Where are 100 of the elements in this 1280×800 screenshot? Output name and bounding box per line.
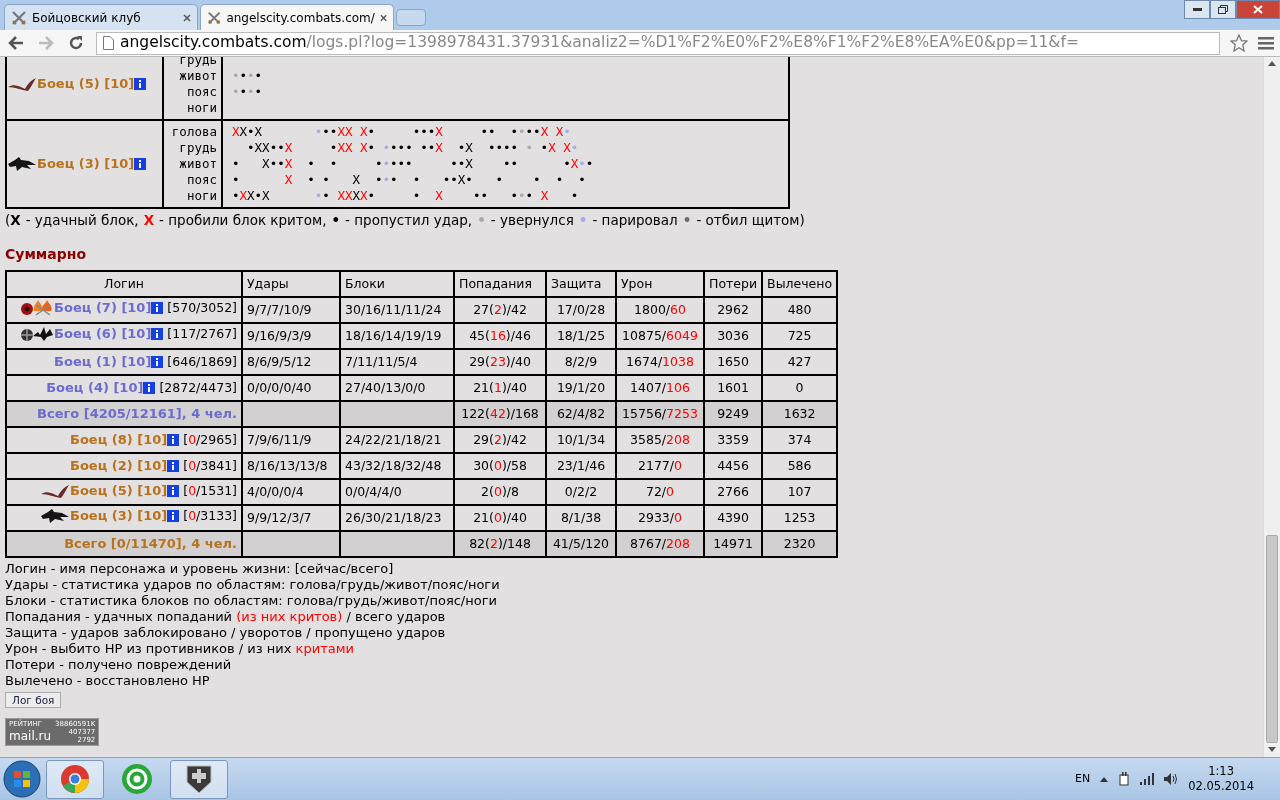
- legend-text: - отбил щитом: [696, 211, 800, 230]
- info-icon: [167, 484, 180, 497]
- legend-symbol: X: [143, 211, 155, 230]
- table-cell: 10/1/34: [546, 427, 616, 454]
- info-icon: [134, 158, 147, 170]
- player-name-link[interactable]: Боец (6) [10]: [54, 326, 152, 343]
- scroll-down-icon[interactable]: [1268, 747, 1276, 752]
- browser-tab[interactable]: Бойцовский клуб: [4, 4, 198, 30]
- table-cell: 8767/208: [616, 531, 704, 558]
- hit-log-line: •XX••X •XX X• •••• ••X •X •••• • •X X•: [246, 140, 579, 155]
- legend-text: - парировал: [592, 211, 678, 230]
- zone-label: пояс: [185, 84, 217, 100]
- minimize-button[interactable]: [1184, 0, 1210, 19]
- crossed-swords-icon: [207, 9, 222, 26]
- table-cell: 10875/6049: [616, 323, 704, 350]
- table-cell: 7/9/6/11/9: [242, 427, 340, 454]
- column-header: Удары: [242, 271, 340, 298]
- scroll-thumb[interactable]: [1266, 535, 1278, 743]
- table-cell: 18/16/14/19/19: [340, 323, 454, 350]
- browser-tab[interactable]: angelscity.combats.com/: [200, 4, 394, 30]
- table-cell: 23/1/46: [546, 453, 616, 480]
- table-cell: 8/16/13/13/8: [242, 453, 340, 480]
- taskbar-app[interactable]: [170, 759, 228, 799]
- table-cell: 107: [762, 479, 838, 506]
- log-button[interactable]: Лог боя: [5, 692, 62, 709]
- zone-label: грудь: [178, 140, 217, 156]
- player-name-link[interactable]: Боец (8) [10]: [70, 432, 168, 449]
- hp-text: [0/3133]: [183, 508, 237, 525]
- bird-icon: [7, 77, 37, 91]
- language-indicator[interactable]: EN: [1074, 770, 1091, 788]
- table-cell: 43/32/18/32/48: [340, 453, 454, 480]
- table-cell: 122(42)/168: [454, 401, 546, 428]
- signal-icon[interactable]: [1140, 773, 1155, 785]
- table-cell: 18/1/25: [546, 323, 616, 350]
- restore-button[interactable]: [1210, 0, 1236, 19]
- close-icon[interactable]: [183, 13, 191, 22]
- start-button-icon[interactable]: [2, 759, 42, 799]
- info-icon: [134, 78, 147, 90]
- table-cell: 4/0/0/0/4: [242, 479, 340, 506]
- zone-label: пояс: [185, 172, 217, 188]
- address-bar[interactable]: angelscity.combats.com/logs.pl?log=1398978431.37931&analiz2=%D1%F2%E0%F2%E8%F1%F2%E8%EA%E0&pp=11&f=: [96, 31, 1220, 55]
- player-name-link[interactable]: Боец (3) [10]: [37, 154, 135, 174]
- player-name-link[interactable]: Боец (3) [10]: [70, 508, 168, 525]
- table-cell: 45(16)/46: [454, 323, 546, 350]
- zone-label: ноги: [185, 100, 217, 116]
- table-cell: 374: [762, 427, 838, 454]
- menu-icon[interactable]: [1258, 36, 1274, 50]
- zone-label: живот: [178, 156, 217, 172]
- info-icon: [143, 382, 156, 395]
- tray-arrow-icon[interactable]: [1100, 776, 1109, 782]
- table-cell: 29(23)/40: [454, 349, 546, 376]
- hit-log-line: • X • • X ••• • ••X• • • • •: [232, 172, 586, 187]
- player-name-link[interactable]: Боец (2) [10]: [70, 458, 168, 475]
- browser-icon: [60, 764, 90, 794]
- table-cell: 427: [762, 349, 838, 376]
- table-cell: 2(0)/8: [454, 479, 546, 506]
- player-name-link[interactable]: Боец (5) [10]: [37, 74, 135, 94]
- zone-label: грудь: [178, 57, 217, 68]
- scroll-up-icon[interactable]: [1268, 61, 1276, 66]
- legend-bracket: (: [5, 211, 11, 230]
- clock[interactable]: 1:13 02.05.2014: [1188, 764, 1254, 794]
- note-line: Вылечено - восстановлено HP: [5, 673, 211, 690]
- column-header: Потери: [704, 271, 763, 298]
- table-cell: 3036: [704, 323, 763, 350]
- legend-text: - удачный блок,: [25, 211, 139, 230]
- info-icon: [167, 460, 180, 473]
- table-cell: 3585/208: [616, 427, 704, 454]
- speaker-icon[interactable]: [1164, 773, 1179, 785]
- player-name-link[interactable]: Боец (5) [10]: [70, 482, 168, 499]
- back-arrow-icon: [8, 36, 24, 50]
- player-name-link[interactable]: Боец (7) [10]: [54, 300, 152, 317]
- table-cell: 9/7/7/10/9: [242, 297, 340, 324]
- table-cell: 4456: [704, 453, 763, 480]
- gear-and-bat-icon: [20, 325, 55, 344]
- column-header: Защита: [546, 271, 616, 298]
- table-cell: 72/0: [616, 479, 704, 506]
- legend-symbol: •: [477, 211, 486, 230]
- team-total: Всего [4205/12161], 4 чел.: [37, 406, 237, 422]
- star-icon[interactable]: [1230, 34, 1248, 52]
- plug-icon[interactable]: [1118, 772, 1131, 786]
- section-title: Суммарно: [5, 245, 88, 265]
- player-name-link[interactable]: Боец (4) [10]: [46, 380, 144, 397]
- scrollbar[interactable]: [1263, 57, 1280, 757]
- note-line: Урон - выбито HP из противников / из них критами: [5, 641, 355, 658]
- table-cell: 3359: [704, 427, 763, 454]
- info-icon: [151, 328, 164, 341]
- chat-app-icon: [121, 763, 153, 795]
- table-cell: 2962: [704, 297, 763, 324]
- table-cell: 725: [762, 323, 838, 350]
- hp-text: [2872/4473]: [159, 380, 237, 397]
- hit-log-line: XX•X •••XX X• •••X •• ••••X X•: [232, 124, 571, 139]
- legend-text: - увернулся: [490, 211, 574, 230]
- column-header: Урон: [616, 271, 704, 298]
- close-icon[interactable]: [379, 13, 387, 22]
- hp-text: [646/1869]: [167, 354, 237, 371]
- info-icon: [151, 302, 164, 315]
- close-button[interactable]: [1236, 0, 1280, 19]
- table-cell: 586: [762, 453, 838, 480]
- player-name-link[interactable]: Боец (1) [10]: [54, 354, 152, 371]
- hit-log-line: ••••: [232, 84, 263, 99]
